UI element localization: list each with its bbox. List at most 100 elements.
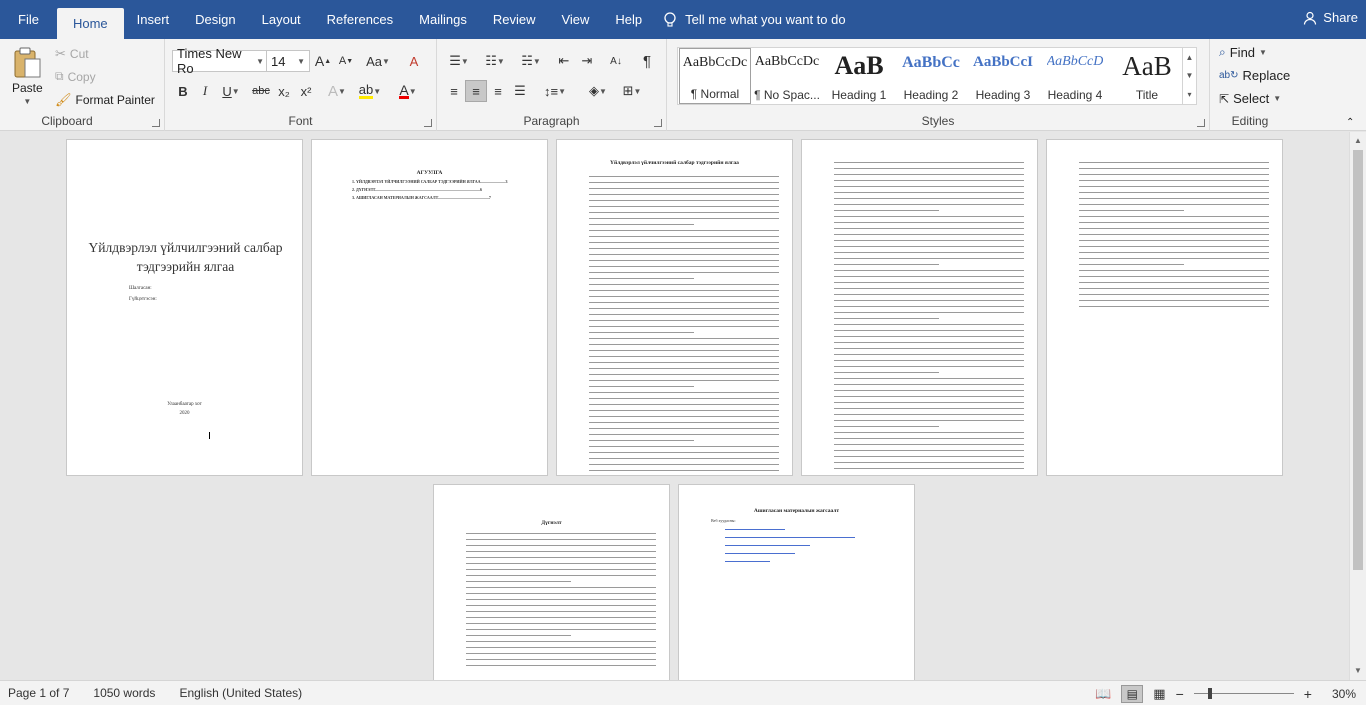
numbering-button[interactable]: ☷ ▼: [479, 50, 511, 72]
paste-dropdown-icon[interactable]: ▼: [23, 97, 31, 106]
tab-file[interactable]: File: [0, 0, 57, 39]
grow-font-icon: A: [314, 53, 325, 69]
text-line: [1079, 288, 1269, 289]
tab-design[interactable]: Design: [182, 0, 248, 39]
subscript-button[interactable]: x₂: [273, 80, 295, 102]
text-effects-button[interactable]: A ▼: [323, 80, 351, 102]
style-heading-4[interactable]: AaBbCcD Heading 4: [1039, 48, 1111, 104]
tab-layout[interactable]: Layout: [249, 0, 314, 39]
tab-insert[interactable]: Insert: [124, 0, 183, 39]
sort-button[interactable]: A↓: [605, 50, 627, 72]
zoom-in-button[interactable]: +: [1304, 686, 1312, 702]
reference-link[interactable]: [725, 545, 810, 546]
web-layout-icon[interactable]: ▦: [1153, 686, 1165, 702]
page-4[interactable]: [801, 139, 1038, 476]
page-3[interactable]: Үйлдвэрлэл үйлчилгээний салбар тэдгээрий…: [556, 139, 793, 476]
share-button[interactable]: Share: [1303, 10, 1358, 25]
style-normal[interactable]: AaBbCcDc ¶ Normal: [679, 48, 751, 104]
clear-formatting-button[interactable]: A: [403, 50, 425, 72]
tell-me-box[interactable]: Tell me what you want to do: [663, 0, 846, 39]
justify-button[interactable]: ☰: [509, 80, 531, 102]
italic-button[interactable]: I: [194, 80, 216, 102]
cut-button[interactable]: ✂ Cut: [55, 46, 89, 62]
tab-home[interactable]: Home: [56, 8, 124, 39]
multilevel-list-button[interactable]: ☵ ▼: [515, 50, 547, 72]
page-count[interactable]: Page 1 of 7: [0, 686, 77, 700]
grow-font-button[interactable]: A ▲: [312, 50, 334, 72]
style-no-spacing[interactable]: AaBbCcDc ¶ No Spac...: [751, 48, 823, 104]
change-case-button[interactable]: Aa ▼: [363, 50, 393, 72]
zoom-slider[interactable]: [1193, 688, 1294, 699]
style-heading-3[interactable]: AaBbCcI Heading 3: [967, 48, 1039, 104]
select-button[interactable]: ⇱ Select ▼: [1219, 91, 1281, 106]
font-size-box[interactable]: 14 ▼: [266, 50, 310, 72]
underline-button[interactable]: U ▼: [216, 80, 246, 102]
chevron-down-icon[interactable]: ▼: [1354, 666, 1362, 675]
borders-button[interactable]: ⊞ ▼: [617, 80, 647, 102]
vertical-scrollbar[interactable]: ▲ ▼: [1349, 132, 1366, 680]
tab-view[interactable]: View: [548, 0, 602, 39]
decrease-indent-button[interactable]: ⇤: [553, 50, 575, 72]
collapse-ribbon-button[interactable]: ⌃: [1346, 117, 1354, 128]
reference-link[interactable]: [725, 553, 795, 554]
document-canvas[interactable]: Үйлдвэрлэл үйлчилгээний салбар тэдгээрий…: [0, 132, 1349, 680]
strikethrough-button[interactable]: abc: [250, 80, 272, 102]
font-color-button[interactable]: A ▼: [393, 80, 423, 102]
scrollbar-thumb[interactable]: [1353, 150, 1363, 570]
styles-launcher-icon[interactable]: [1197, 119, 1205, 127]
tab-mailings[interactable]: Mailings: [406, 0, 480, 39]
bold-button[interactable]: B: [172, 80, 194, 102]
show-formatting-button[interactable]: ¶: [636, 50, 658, 72]
style-title[interactable]: AaB Title: [1111, 48, 1183, 104]
shrink-font-button[interactable]: A ▼: [335, 50, 357, 72]
text-line: [589, 302, 779, 303]
paragraph-launcher-icon[interactable]: [654, 119, 662, 127]
page-2[interactable]: АГУУЛГА 1. ҮЙЛДВЭРЛЭЛ ҮЙЛЧИЛГЭЭНИЙ САЛБА…: [311, 139, 548, 476]
language-status[interactable]: English (United States): [171, 686, 310, 700]
shading-button[interactable]: ◈ ▼: [583, 80, 613, 102]
bullets-button[interactable]: ☰ ▼: [443, 50, 475, 72]
highlight-button[interactable]: ab ▼: [355, 80, 385, 102]
text-line: [589, 242, 779, 243]
more-styles-icon[interactable]: ▾: [1187, 90, 1191, 99]
zoom-out-button[interactable]: −: [1176, 686, 1184, 702]
chevron-down-icon[interactable]: ▼: [1186, 71, 1194, 80]
reference-link[interactable]: [725, 561, 770, 562]
word-count[interactable]: 1050 words: [85, 686, 163, 700]
chevron-up-icon[interactable]: ▲: [1186, 53, 1194, 62]
font-launcher-icon[interactable]: [424, 119, 432, 127]
clipboard-launcher-icon[interactable]: [152, 119, 160, 127]
align-left-button[interactable]: ≡: [443, 80, 465, 102]
format-painter-button[interactable]: 🖌 Format Painter: [55, 92, 155, 108]
page-5[interactable]: [1046, 139, 1283, 476]
read-mode-icon[interactable]: 📖: [1095, 686, 1111, 702]
superscript-button[interactable]: x²: [295, 80, 317, 102]
page-6[interactable]: Дүгнэлт: [433, 484, 670, 680]
tab-review[interactable]: Review: [480, 0, 549, 39]
reference-link[interactable]: [725, 537, 855, 538]
tab-references[interactable]: References: [314, 0, 406, 39]
line-spacing-button[interactable]: ↕≡ ▼: [539, 80, 571, 102]
multilevel-list-icon: ☵: [521, 53, 533, 68]
page-7[interactable]: Ашигласан материалын жагсаалт Веб хуудас…: [678, 484, 915, 680]
styles-scroller[interactable]: ▲ ▼ ▾: [1182, 48, 1196, 104]
chevron-up-icon[interactable]: ▲: [1354, 136, 1362, 145]
reference-link[interactable]: [725, 529, 785, 530]
align-right-button[interactable]: ≡: [487, 80, 509, 102]
paste-button[interactable]: Paste ▼: [12, 47, 43, 106]
text-line: [589, 224, 694, 225]
zoom-slider-knob[interactable]: [1207, 688, 1212, 699]
copy-button[interactable]: ⧉ Copy: [55, 69, 96, 84]
text-line: [1079, 252, 1269, 253]
font-name-box[interactable]: Times New Ro ▼: [172, 46, 269, 76]
page-1[interactable]: Үйлдвэрлэл үйлчилгээний салбар тэдгээрий…: [66, 139, 303, 476]
increase-indent-button[interactable]: ⇥: [576, 50, 598, 72]
tab-help[interactable]: Help: [602, 0, 655, 39]
style-heading-2[interactable]: AaBbCc Heading 2: [895, 48, 967, 104]
style-heading-1[interactable]: AaB Heading 1: [823, 48, 895, 104]
zoom-level[interactable]: 30%: [1332, 687, 1356, 701]
align-center-button[interactable]: ≡: [465, 80, 487, 102]
print-layout-icon[interactable]: ▤: [1121, 684, 1144, 703]
find-button[interactable]: ⌕ Find ▼: [1219, 45, 1267, 60]
replace-button[interactable]: ab↻ Replace: [1219, 68, 1290, 83]
